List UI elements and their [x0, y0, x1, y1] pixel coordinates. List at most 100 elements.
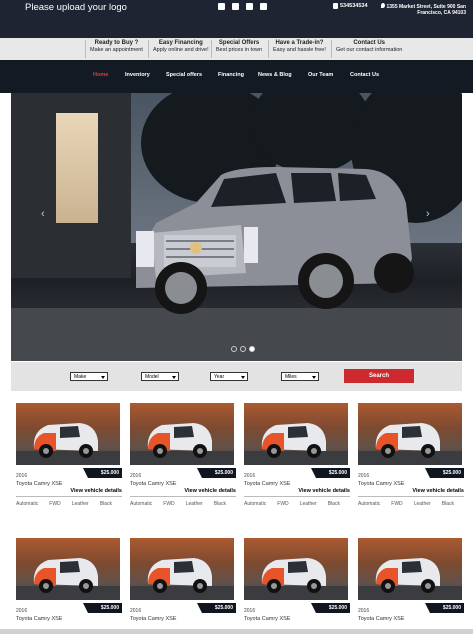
vehicle-model[interactable]: Toyota Camry XSE — [16, 616, 122, 622]
info-ready-to-buy[interactable]: Ready to Buy ? Make an appointment — [85, 40, 147, 58]
vehicle-model[interactable]: Toyota Camry XSE — [244, 481, 350, 487]
address-text: 1355 Market Street, Suite 900 San Franci… — [386, 4, 467, 16]
nav-home[interactable]: Home — [93, 72, 108, 78]
vehicle-year: 2016 — [358, 473, 370, 479]
make-select-label: Make — [74, 374, 87, 380]
slider-dots — [231, 346, 255, 352]
spec-interior: Leather — [71, 501, 89, 507]
vehicle-photo[interactable] — [16, 403, 120, 465]
footer-strip — [0, 629, 473, 634]
logo-placeholder[interactable]: Please upload your logo — [25, 2, 127, 13]
nav-special-offers[interactable]: Special offers — [166, 72, 202, 78]
vehicle-card: 2016 $25.000 Toyota Camry XSE View vehicl… — [16, 403, 122, 507]
make-select[interactable]: Make — [70, 372, 108, 381]
facebook-icon[interactable] — [218, 3, 225, 10]
location-pin-icon — [380, 3, 385, 8]
vehicle-card: 2016 $25.000 Toyota Camry XSE — [130, 538, 236, 622]
vehicle-year: 2016 — [244, 608, 256, 614]
phone-icon — [333, 3, 338, 9]
vehicle-photo[interactable] — [244, 403, 348, 465]
top-bar: Please upload your logo 534534534 1355 M… — [0, 0, 473, 38]
suv-image — [136, 167, 414, 314]
vehicle-card: 2016 $25.000 Toyota Camry XSE View vehicl… — [358, 403, 464, 507]
info-subtitle: Best prices in town — [216, 46, 263, 53]
slider-next-icon[interactable]: › — [426, 208, 430, 220]
nav-our-team[interactable]: Our Team — [308, 72, 333, 78]
vehicle-specs: Automatic FWD Leather Black — [358, 501, 464, 507]
spec-transmission: Automatic — [358, 501, 381, 507]
vehicle-photo[interactable] — [16, 538, 120, 600]
twitter-icon[interactable] — [232, 3, 239, 10]
vehicle-model[interactable]: Toyota Camry XSE — [130, 481, 236, 487]
nav-contact-us[interactable]: Contact Us — [350, 72, 379, 78]
vehicle-price: $25.000 — [311, 603, 350, 613]
hero-house — [11, 93, 131, 278]
spec-color: Black — [213, 501, 226, 507]
view-details-link[interactable]: View vehicle details — [16, 488, 122, 497]
slider-dot-active[interactable] — [249, 346, 255, 352]
vehicle-photo[interactable] — [244, 538, 348, 600]
vehicle-photo[interactable] — [358, 538, 462, 600]
slider-prev-icon[interactable]: ‹ — [41, 208, 45, 220]
view-details-link[interactable]: View vehicle details — [130, 488, 236, 497]
view-details-link[interactable]: View vehicle details — [244, 488, 350, 497]
info-subtitle: Make an appointment — [90, 46, 143, 53]
slider-dot[interactable] — [240, 346, 246, 352]
vehicle-price: $25.000 — [197, 468, 236, 478]
spec-color: Black — [99, 501, 112, 507]
vehicle-card: 2016 $25.000 Toyota Camry XSE View vehicl… — [244, 403, 350, 507]
spec-color: Black — [441, 501, 454, 507]
social-links — [218, 3, 267, 10]
vehicle-model[interactable]: Toyota Camry XSE — [244, 616, 350, 622]
search-button[interactable]: Search — [344, 369, 414, 383]
info-special-offers[interactable]: Special Offers Best prices in town — [211, 40, 266, 58]
vehicle-photo[interactable] — [130, 538, 234, 600]
youtube-icon[interactable] — [260, 3, 267, 10]
phone-text: 534534534 — [340, 3, 368, 9]
vehicle-photo[interactable] — [358, 403, 462, 465]
main-nav: Home Inventory Special offers Financing … — [0, 60, 473, 93]
nav-news-blog[interactable]: News & Blog — [258, 72, 292, 78]
info-contact-us[interactable]: Contact Us Get our contact information — [331, 40, 406, 58]
chevron-down-icon — [101, 376, 105, 379]
vehicle-model[interactable]: Toyota Camry XSE — [358, 616, 464, 622]
vehicle-price: $25.000 — [83, 468, 122, 478]
spec-interior: Leather — [185, 501, 203, 507]
phone-number[interactable]: 534534534 — [333, 3, 368, 9]
miles-select[interactable]: Miles — [281, 372, 319, 381]
vehicle-year: 2016 — [130, 473, 142, 479]
smart-car-image — [261, 423, 326, 458]
smart-car-image — [147, 558, 212, 593]
spec-transmission: Automatic — [16, 501, 39, 507]
info-subtitle: Apply online and drive! — [153, 46, 209, 53]
slider-dot[interactable] — [231, 346, 237, 352]
nav-financing[interactable]: Financing — [218, 72, 244, 78]
vehicle-photo[interactable] — [130, 403, 234, 465]
nav-inventory[interactable]: Inventory — [125, 72, 150, 78]
model-select[interactable]: Model — [141, 372, 179, 381]
vehicle-price: $25.000 — [83, 603, 122, 613]
hero-slider[interactable]: ‹ › — [11, 93, 462, 361]
vehicle-year: 2016 — [358, 608, 370, 614]
vehicle-model[interactable]: Toyota Camry XSE — [130, 616, 236, 622]
smart-car-image — [147, 423, 212, 458]
year-select-label: Year — [214, 374, 225, 380]
smart-car-image — [33, 558, 98, 593]
view-details-link[interactable]: View vehicle details — [358, 488, 464, 497]
vehicle-card: 2016 $25.000 Toyota Camry XSE — [16, 538, 122, 622]
info-trade-in[interactable]: Have a Trade-in? Easy and hassle free! — [268, 40, 330, 58]
vehicle-price: $25.000 — [425, 603, 464, 613]
vehicle-year: 2016 — [16, 608, 28, 614]
vehicle-model[interactable]: Toyota Camry XSE — [16, 481, 122, 487]
instagram-icon[interactable] — [246, 3, 253, 10]
year-select[interactable]: Year — [210, 372, 248, 381]
smart-car-image — [375, 423, 440, 458]
miles-select-label: Miles — [285, 374, 297, 380]
spec-transmission: Automatic — [244, 501, 267, 507]
info-easy-financing[interactable]: Easy Financing Apply online and drive! — [148, 40, 213, 58]
spec-interior: Leather — [413, 501, 431, 507]
vehicle-card: 2016 $25.000 Toyota Camry XSE — [358, 538, 464, 622]
vehicle-year: 2016 — [16, 473, 28, 479]
vehicle-model[interactable]: Toyota Camry XSE — [358, 481, 464, 487]
spec-color: Black — [327, 501, 340, 507]
